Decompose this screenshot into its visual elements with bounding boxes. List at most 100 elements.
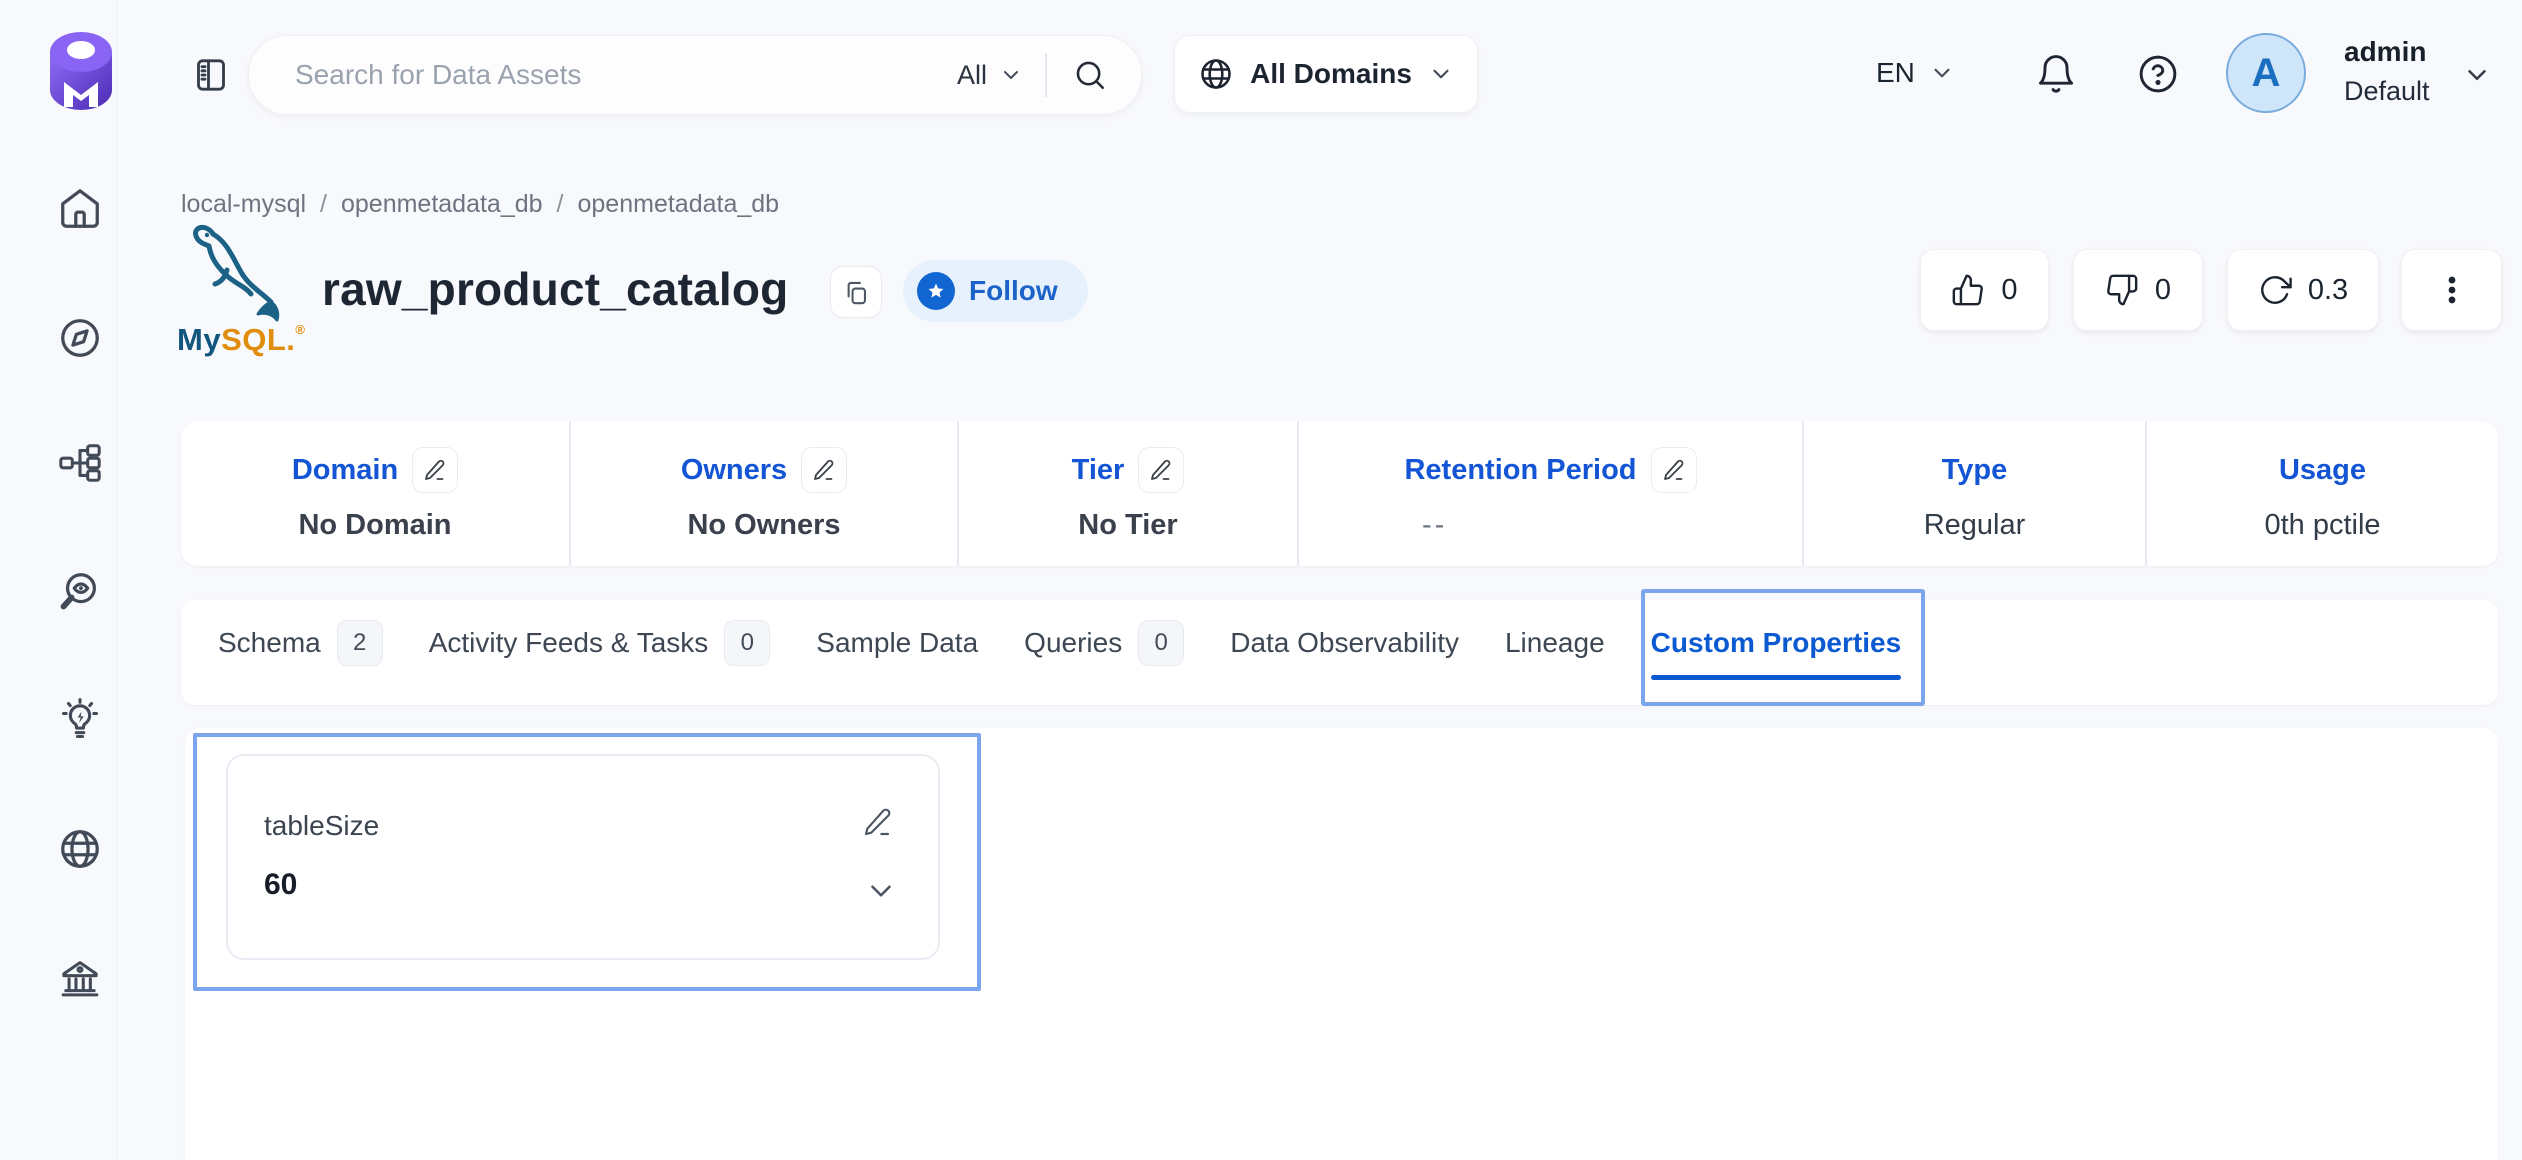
tab-count-badge: 2 (337, 620, 383, 666)
entity-tab-bar: Schema 2 Activity Feeds & Tasks 0 Sample… (181, 600, 2498, 705)
sidebar-item-govern[interactable] (56, 954, 104, 1002)
insights-lightbulb-icon (57, 697, 103, 743)
edit-pencil-icon (812, 458, 836, 482)
language-select[interactable]: EN (1876, 57, 1955, 89)
sidebar-item-lineage[interactable] (56, 439, 104, 487)
info-value: Regular (1924, 509, 2026, 542)
tab-schema[interactable]: Schema 2 (218, 620, 383, 666)
info-label: Domain (292, 454, 398, 487)
help-circle-icon (2136, 52, 2180, 96)
chevron-down-icon (864, 874, 898, 908)
breadcrumb: local-mysql / openmetadata_db / openmeta… (181, 190, 779, 219)
edit-domain-button[interactable] (412, 447, 458, 493)
copy-name-button[interactable] (830, 266, 882, 318)
entity-info-panel: Domain No Domain Owners No Owners Tier N… (181, 421, 2498, 566)
more-options-button[interactable] (2401, 249, 2502, 331)
tab-label: Data Observability (1230, 627, 1459, 659)
global-search-bar: All (248, 35, 1142, 115)
help-button[interactable] (2136, 52, 2180, 96)
sidebar-item-explore[interactable] (56, 314, 104, 362)
left-sidebar (0, 0, 117, 1160)
sidebar-item-domains[interactable] (56, 825, 104, 873)
info-value: -- (1422, 509, 1447, 542)
search-input[interactable] (293, 58, 947, 92)
edit-tier-button[interactable] (1138, 447, 1184, 493)
search-icon[interactable] (1073, 58, 1107, 92)
edit-property-button[interactable] (862, 804, 898, 840)
tab-count-badge: 0 (1138, 620, 1184, 666)
breadcrumb-item-database[interactable]: openmetadata_db (341, 190, 543, 219)
user-menu-chevron[interactable] (2462, 60, 2492, 90)
downvote-button[interactable]: 0 (2073, 249, 2203, 331)
user-team: Default (2344, 76, 2430, 107)
observability-magnifier-eye-icon (57, 569, 103, 615)
chevron-down-icon (1929, 60, 1955, 86)
upvote-button[interactable]: 0 (1920, 249, 2049, 331)
avatar-letter: A (2252, 51, 2281, 96)
info-label: Retention Period (1404, 454, 1636, 487)
user-name: admin (2344, 36, 2426, 68)
sidebar-toggle-button[interactable] (191, 55, 231, 95)
info-item-owners: Owners No Owners (569, 421, 957, 566)
compass-icon (57, 315, 103, 361)
tab-label: Lineage (1505, 627, 1605, 659)
info-item-type: Type Regular (1802, 421, 2145, 566)
tab-label: Custom Properties (1651, 627, 1902, 659)
tab-lineage[interactable]: Lineage (1505, 627, 1605, 659)
all-domains-label: All Domains (1250, 58, 1412, 90)
sidebar-toggle-icon (191, 55, 231, 95)
breadcrumb-separator: / (320, 190, 327, 219)
user-avatar[interactable]: A (2226, 33, 2306, 113)
tab-count-badge: 0 (724, 620, 770, 666)
kebab-menu-icon (2435, 273, 2469, 307)
breadcrumb-item-schema[interactable]: openmetadata_db (578, 190, 780, 219)
page-title: raw_product_catalog (322, 262, 788, 316)
notifications-button[interactable] (2034, 52, 2078, 96)
version-button[interactable]: 0.3 (2227, 249, 2379, 331)
search-divider (1045, 53, 1047, 97)
edit-pencil-icon (1149, 458, 1173, 482)
info-label: Type (1942, 454, 2008, 487)
breadcrumb-item-service[interactable]: local-mysql (181, 190, 306, 219)
search-scope-select[interactable]: All (947, 60, 1045, 91)
info-label: Tier (1072, 454, 1125, 487)
govern-bank-icon (57, 955, 103, 1001)
info-item-retention-period: Retention Period -- (1297, 421, 1802, 566)
thumbs-down-icon (2105, 273, 2139, 307)
sidebar-item-insights[interactable] (56, 696, 104, 744)
follow-button[interactable]: Follow (903, 260, 1088, 322)
tab-sample-data[interactable]: Sample Data (816, 627, 978, 659)
search-scope-label: All (957, 60, 987, 91)
openmetadata-logo[interactable] (44, 28, 118, 118)
expand-property-button[interactable] (864, 874, 898, 908)
property-name: tableSize (264, 810, 379, 842)
info-item-tier: Tier No Tier (957, 421, 1297, 566)
sidebar-item-home[interactable] (56, 185, 104, 233)
info-label: Usage (2279, 454, 2366, 487)
info-value: 0th pctile (2264, 509, 2380, 542)
edit-pencil-icon (423, 458, 447, 482)
follow-label: Follow (969, 275, 1058, 307)
edit-retention-button[interactable] (1651, 447, 1697, 493)
tab-label: Activity Feeds & Tasks (429, 627, 709, 659)
sidebar-item-observability[interactable] (56, 568, 104, 616)
breadcrumb-separator: / (557, 190, 564, 219)
globe-icon (1198, 56, 1234, 92)
chevron-down-icon (999, 63, 1023, 87)
all-domains-button[interactable]: All Domains (1174, 35, 1478, 113)
version-rotate-icon (2258, 273, 2292, 307)
lineage-flow-icon (57, 440, 103, 486)
tab-activity-feeds-tasks[interactable]: Activity Feeds & Tasks 0 (429, 620, 771, 666)
mysql-logo: MySQL.® (175, 222, 307, 358)
info-item-domain: Domain No Domain (181, 421, 569, 566)
edit-owners-button[interactable] (801, 447, 847, 493)
custom-property-card: tableSize 60 (226, 754, 940, 960)
domains-globe-icon (57, 826, 103, 872)
upvote-count: 0 (2001, 274, 2017, 307)
tab-custom-properties[interactable]: Custom Properties (1651, 627, 1902, 659)
tab-data-observability[interactable]: Data Observability (1230, 627, 1459, 659)
bell-icon (2034, 52, 2078, 96)
chevron-down-icon (1428, 61, 1454, 87)
info-value: No Owners (687, 509, 840, 542)
tab-queries[interactable]: Queries 0 (1024, 620, 1184, 666)
